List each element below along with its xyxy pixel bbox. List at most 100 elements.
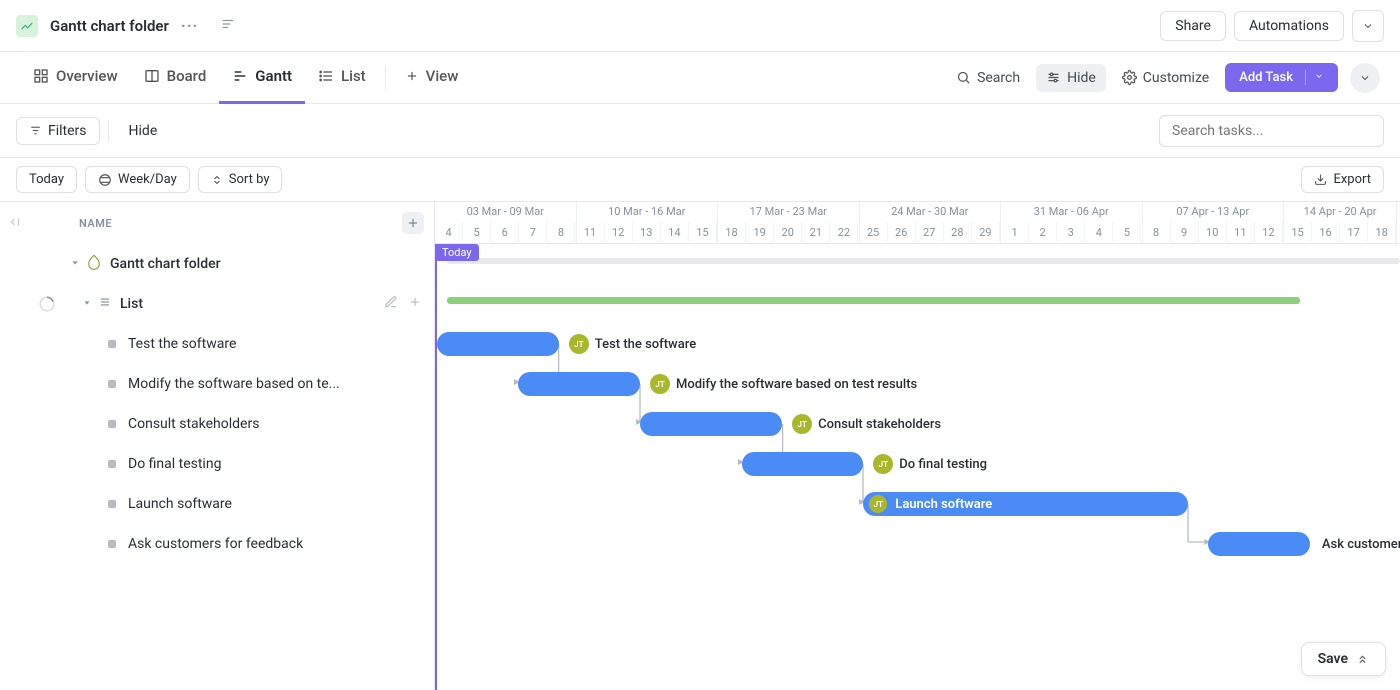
day-label: 15 [1284, 222, 1312, 244]
week-column: 03 Mar - 09 Mar45678 [435, 202, 577, 243]
tab-add-view[interactable]: View [392, 52, 472, 104]
search-label: Search [977, 70, 1020, 86]
align-icon[interactable] [220, 16, 236, 35]
today-button[interactable]: Today [16, 166, 77, 193]
plus-icon[interactable] [408, 295, 422, 313]
customize-label: Customize [1143, 70, 1209, 86]
day-label: 17 [1340, 222, 1368, 244]
tab-gantt[interactable]: Gantt [219, 52, 305, 104]
tree-folder[interactable]: Gantt chart folder [0, 244, 434, 284]
day-label: 5 [463, 222, 491, 244]
add-task-button[interactable]: Add Task [1225, 63, 1338, 92]
topbar-left: Gantt chart folder ··· [16, 15, 236, 37]
assignee-avatar: JT [650, 374, 670, 394]
hide-label: Hide [1067, 70, 1096, 86]
chevron-down-icon [1305, 70, 1324, 85]
folder-leaf-icon [86, 254, 102, 274]
controls-right: Export [1301, 166, 1384, 193]
assignee-avatar: JT [869, 495, 887, 513]
day-label: 12 [605, 222, 633, 244]
gantt-task-row[interactable]: Ask customers for feedback [1208, 524, 1400, 564]
assignee-avatar: JT [873, 454, 893, 474]
task-row[interactable]: Launch software [0, 484, 434, 524]
collapse-left-icon[interactable] [8, 215, 22, 232]
edit-icon[interactable] [384, 295, 398, 313]
gantt-bar[interactable] [437, 332, 559, 356]
gantt-task-row[interactable]: JTLaunch software [863, 484, 1188, 524]
day-label: 9 [1171, 222, 1199, 244]
day-label: 20 [774, 222, 802, 244]
hide-filter-button[interactable]: Hide [117, 118, 170, 144]
save-button[interactable]: Save [1301, 642, 1386, 676]
task-row[interactable]: Modify the software based on te... [0, 364, 434, 404]
tab-overview[interactable]: Overview [20, 52, 131, 104]
share-button[interactable]: Share [1160, 11, 1226, 41]
task-row[interactable]: Test the software [0, 324, 434, 364]
gantt-bar[interactable] [518, 372, 640, 396]
day-label: 12 [1255, 222, 1283, 244]
status-dot-icon [108, 500, 116, 508]
tab-divider [385, 66, 386, 90]
day-label: 25 [860, 222, 888, 244]
search-tasks-input[interactable] [1159, 115, 1384, 147]
tab-overview-label: Overview [56, 67, 118, 85]
task-row[interactable]: Ask customers for feedback [0, 524, 434, 564]
export-label: Export [1333, 172, 1371, 187]
gantt-body[interactable]: Today JTTest the softwareJTModify the so… [435, 244, 1400, 690]
chevron-down-icon[interactable] [1350, 63, 1380, 93]
name-column-header: NAME [79, 217, 112, 230]
chevron-down-icon[interactable] [1352, 10, 1384, 42]
tab-view-label: View [426, 67, 459, 85]
controls-row: Today Week/Day Sort by Export [0, 158, 1400, 202]
task-label: Launch software [128, 496, 232, 512]
add-column-icon[interactable] [402, 212, 424, 234]
day-label: 18 [718, 222, 746, 244]
sidebar-head: NAME [0, 202, 434, 244]
tab-board[interactable]: Board [131, 52, 220, 104]
gantt-bar[interactable] [1208, 532, 1310, 556]
gantt-bar[interactable] [742, 452, 864, 476]
tabs-row: Overview Board Gantt List View Search Hi… [0, 52, 1400, 104]
gantt-bar[interactable]: JTLaunch software [863, 492, 1188, 516]
customize-button[interactable]: Customize [1112, 64, 1219, 92]
gantt-bar-label: Do final testing [899, 457, 987, 472]
tab-list[interactable]: List [305, 52, 379, 104]
task-row[interactable]: Do final testing [0, 444, 434, 484]
filters-button[interactable]: Filters [16, 117, 100, 145]
week-range-label: 14 Apr - 20 Apr [1284, 202, 1396, 222]
week-range-label: 07 Apr - 13 Apr [1143, 202, 1284, 222]
week-column: 14 Apr - 20 Apr15161718 [1284, 202, 1397, 243]
automations-button[interactable]: Automations [1234, 11, 1344, 41]
folder-title[interactable]: Gantt chart folder [50, 17, 169, 35]
week-range-label: 17 Mar - 23 Mar [718, 202, 859, 222]
gantt-task-row[interactable]: JT Do final testing [742, 444, 988, 484]
gantt-bar[interactable] [640, 412, 782, 436]
gantt-task-row[interactable]: JTModify the software based on test resu… [518, 364, 917, 404]
filter-divider [108, 120, 109, 142]
day-label: 27 [916, 222, 944, 244]
day-label: 28 [944, 222, 972, 244]
gantt-task-row[interactable]: JTConsult stakeholders [640, 404, 941, 444]
task-label: Modify the software based on te... [128, 376, 340, 392]
search-global[interactable]: Search [946, 64, 1030, 92]
week-range-label: 03 Mar - 09 Mar [435, 202, 576, 222]
status-dot-icon [108, 460, 116, 468]
ellipsis-icon[interactable]: ··· [181, 16, 198, 35]
summary-bar[interactable] [447, 297, 1300, 304]
day-label: 3 [1057, 222, 1085, 244]
gantt-task-row[interactable]: JTTest the software [437, 324, 696, 364]
sidebar: NAME Gantt chart folder [0, 202, 435, 690]
sort-by-button[interactable]: Sort by [198, 166, 283, 193]
week-day-button[interactable]: Week/Day [85, 166, 190, 193]
assignee-avatar: JT [569, 334, 589, 354]
task-row[interactable]: Consult stakeholders [0, 404, 434, 444]
tree-folder-label: Gantt chart folder [110, 256, 221, 272]
day-label: 7 [519, 222, 547, 244]
day-label: 21 [802, 222, 830, 244]
add-task-label: Add Task [1239, 70, 1293, 85]
hide-panel-button[interactable]: Hide [1036, 64, 1106, 92]
main-area: NAME Gantt chart folder [0, 202, 1400, 690]
day-label: 29 [972, 222, 1000, 244]
export-button[interactable]: Export [1301, 166, 1384, 193]
tree-list[interactable]: List [0, 284, 434, 324]
